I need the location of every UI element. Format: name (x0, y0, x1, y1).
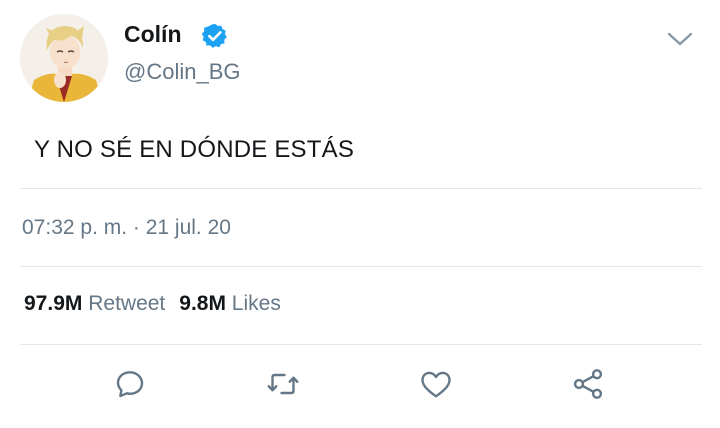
verified-badge-icon (201, 23, 227, 48)
retweets-label: Retweet (88, 292, 166, 315)
retweet-button[interactable] (263, 364, 303, 404)
retweets-stat[interactable]: 97.9M Retweet (24, 292, 165, 315)
heart-icon (421, 371, 451, 398)
likes-stat[interactable]: 9.8M Likes (179, 292, 281, 315)
user-handle[interactable]: @Colin_BG (124, 59, 241, 85)
reply-button[interactable] (110, 364, 150, 404)
share-icon (573, 369, 603, 399)
divider (20, 188, 702, 189)
avatar[interactable] (20, 14, 108, 102)
tweet-stats: 97.9M Retweet 9.8M Likes (24, 292, 281, 316)
divider (20, 344, 702, 345)
like-button[interactable] (416, 364, 456, 404)
retweets-count: 97.9M (24, 292, 83, 315)
tweet-text: Y NO SÉ EN DÓNDE ESTÁS (34, 136, 355, 163)
tweet-timestamp[interactable]: 07:32 p. m. · 21 jul. 20 (22, 216, 231, 240)
divider (20, 266, 702, 267)
display-name[interactable]: Colín (124, 21, 182, 48)
avatar-illustration-icon (20, 14, 108, 102)
chevron-down-icon[interactable] (664, 26, 696, 52)
share-button[interactable] (568, 364, 608, 404)
reply-icon (116, 371, 144, 398)
likes-count: 9.8M (179, 292, 226, 315)
retweet-icon (267, 373, 299, 395)
likes-label: Likes (231, 292, 281, 315)
